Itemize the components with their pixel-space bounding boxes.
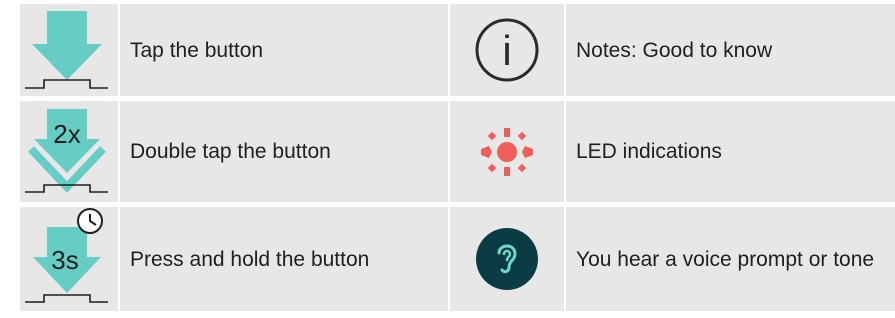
double-tap-icon-cell: 2x: [20, 101, 118, 202]
double-tap-label-cell: Double tap the button: [120, 101, 448, 202]
icon-legend-table: Tap the button i Notes: Good to know 2x …: [20, 4, 895, 311]
notes-label-cell: Notes: Good to know: [566, 4, 895, 96]
voice-prompt-label: You hear a voice prompt or tone: [576, 247, 875, 271]
press-hold-label-cell: Press and hold the button: [120, 207, 448, 311]
led-label: LED indications: [576, 140, 722, 163]
voice-prompt-label-cell: You hear a voice prompt or tone: [566, 207, 895, 311]
voice-prompt-icon-cell: [450, 207, 564, 311]
press-hold-icon-cell: 3s: [20, 207, 118, 311]
press-hold-text: Press and hold the button: [130, 247, 370, 271]
press-hold-arrow-icon: 3s: [25, 208, 108, 303]
led-icon: [481, 127, 533, 176]
tap-arrow-icon: [25, 11, 108, 89]
tap-icon-cell: [20, 4, 118, 96]
double-tap-label: 2x: [53, 119, 80, 149]
double-tap-text: Double tap the button: [130, 140, 331, 163]
led-label-cell: LED indications: [566, 101, 895, 202]
led-icon-cell: [450, 101, 564, 202]
double-tap-arrow-icon: 2x: [25, 109, 108, 193]
info-icon: i: [475, 18, 539, 82]
voice-prompt-ear-icon: [476, 228, 538, 290]
clock-icon: [77, 208, 103, 234]
info-icon-cell: i: [450, 4, 564, 96]
tap-label-cell: Tap the button: [120, 4, 448, 96]
tap-label: Tap the button: [130, 38, 264, 62]
press-hold-label: 3s: [51, 245, 78, 275]
notes-label: Notes: Good to know: [576, 38, 773, 62]
info-icon-glyph: i: [502, 27, 511, 74]
